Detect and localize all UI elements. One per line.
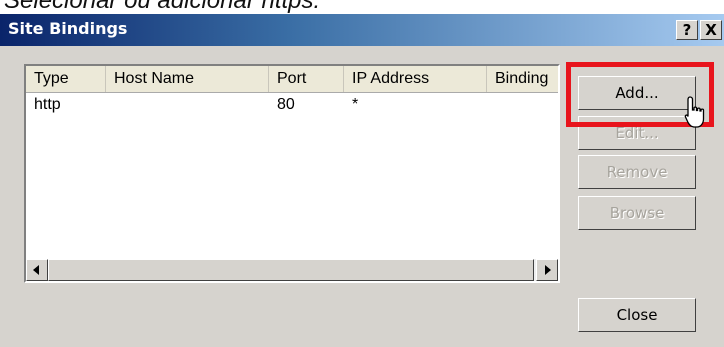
horizontal-scrollbar[interactable] <box>26 259 558 281</box>
browse-button[interactable]: Browse <box>578 196 696 230</box>
mouse-pointer-icon <box>684 96 705 128</box>
window-title: Site Bindings <box>8 19 128 38</box>
scroll-left-arrow-icon <box>33 265 39 275</box>
list-header: Type Host Name Port IP Address Binding <box>26 66 558 93</box>
column-header-port[interactable]: Port <box>269 66 344 92</box>
close-button[interactable]: Close <box>578 298 696 332</box>
scroll-right-button[interactable] <box>536 259 558 281</box>
scrollbar-thumb[interactable] <box>48 259 534 281</box>
tutorial-caption: Selecionar ou adicionar https: <box>4 0 321 14</box>
column-header-ip-address[interactable]: IP Address <box>344 66 487 92</box>
cell-binding <box>487 93 495 117</box>
window-close-button[interactable]: X <box>700 20 722 40</box>
remove-button[interactable]: Remove <box>578 155 696 189</box>
cell-port: 80 <box>277 96 295 113</box>
column-header-binding[interactable]: Binding <box>487 66 558 92</box>
table-row[interactable]: http 80 * <box>26 93 558 117</box>
title-bar: Site Bindings ? X <box>0 14 724 46</box>
column-header-host-name[interactable]: Host Name <box>106 66 269 92</box>
cell-ip-address: * <box>352 96 359 113</box>
scroll-left-button[interactable] <box>26 259 48 281</box>
cell-type: http <box>34 96 61 113</box>
help-button[interactable]: ? <box>676 20 698 40</box>
bindings-list[interactable]: Type Host Name Port IP Address Binding h… <box>24 64 560 283</box>
cell-host-name <box>106 93 114 117</box>
column-header-type[interactable]: Type <box>26 66 106 92</box>
site-bindings-dialog: Site Bindings ? X Type Host Name Port IP… <box>0 14 724 347</box>
scroll-right-arrow-icon <box>545 265 551 275</box>
